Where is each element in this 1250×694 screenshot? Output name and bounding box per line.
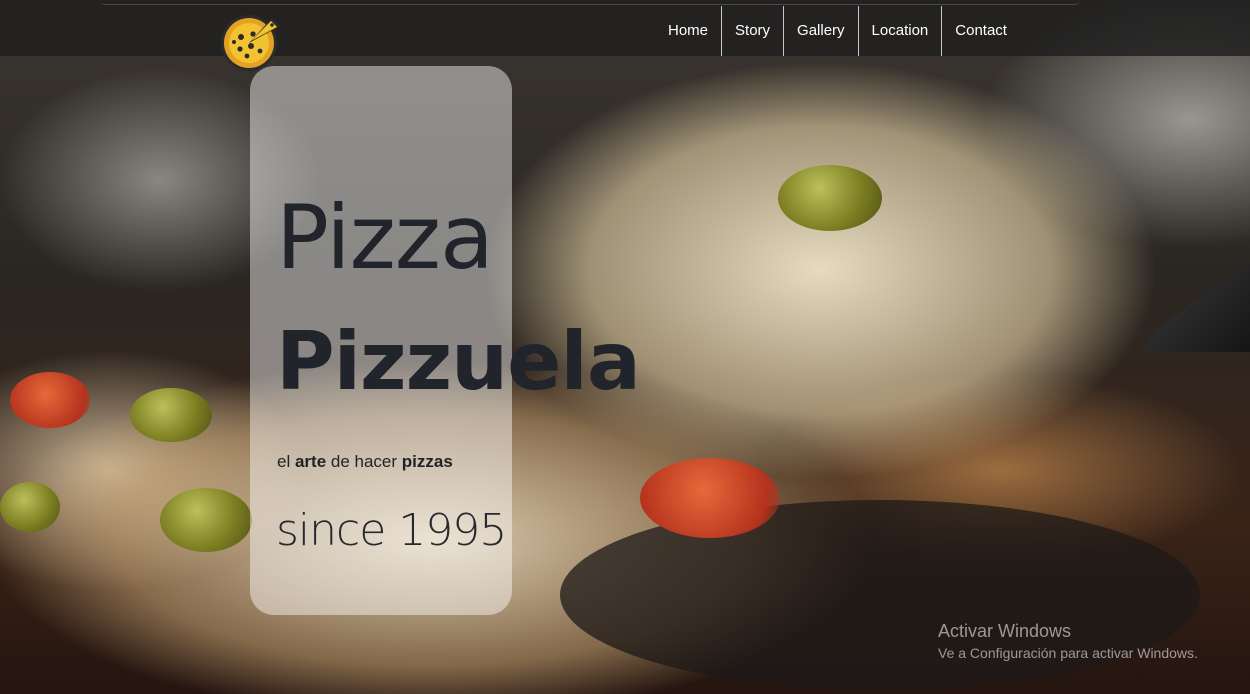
nav-home[interactable]: Home [655,6,723,56]
nav-gallery[interactable]: Gallery [784,6,859,56]
olive [0,482,60,532]
tagline-bold: pizzas [401,452,453,471]
hero-tagline: el arte de hacer pizzas [277,452,453,472]
hero-title-line1: Pizza [276,186,494,289]
tagline-text: de hacer [326,452,402,471]
tomato-sauce [640,458,780,538]
nav-contact[interactable]: Contact [942,6,1020,56]
hero-title: Pizza Pizzuela [276,176,641,424]
pizza-plate [560,500,1200,690]
hero-title-line2: Pizzuela [276,315,641,408]
nav-top-line [100,0,1080,5]
olive [160,488,252,552]
pizza-icon [221,15,280,71]
watermark-subtitle: Ve a Configuración para activar Windows. [938,645,1198,661]
pizza-spatula [1140,262,1250,352]
logo-link[interactable] [220,10,282,72]
tagline-text: el [277,452,295,471]
hero-since: since 1995 [276,505,507,556]
nav-links: Home Story Gallery Location Contact [655,6,1020,56]
tagline-bold: arte [294,452,327,471]
tomato-sauce [10,372,90,428]
nav-story[interactable]: Story [722,6,785,56]
olive [130,388,212,442]
olive [778,165,882,231]
navbar: Home Story Gallery Location Contact [0,0,1250,71]
watermark-title: Activar Windows [938,621,1072,641]
windows-activation-watermark: Activar Windows Ve a Configuración para … [938,621,1198,661]
nav-location[interactable]: Location [859,6,943,56]
